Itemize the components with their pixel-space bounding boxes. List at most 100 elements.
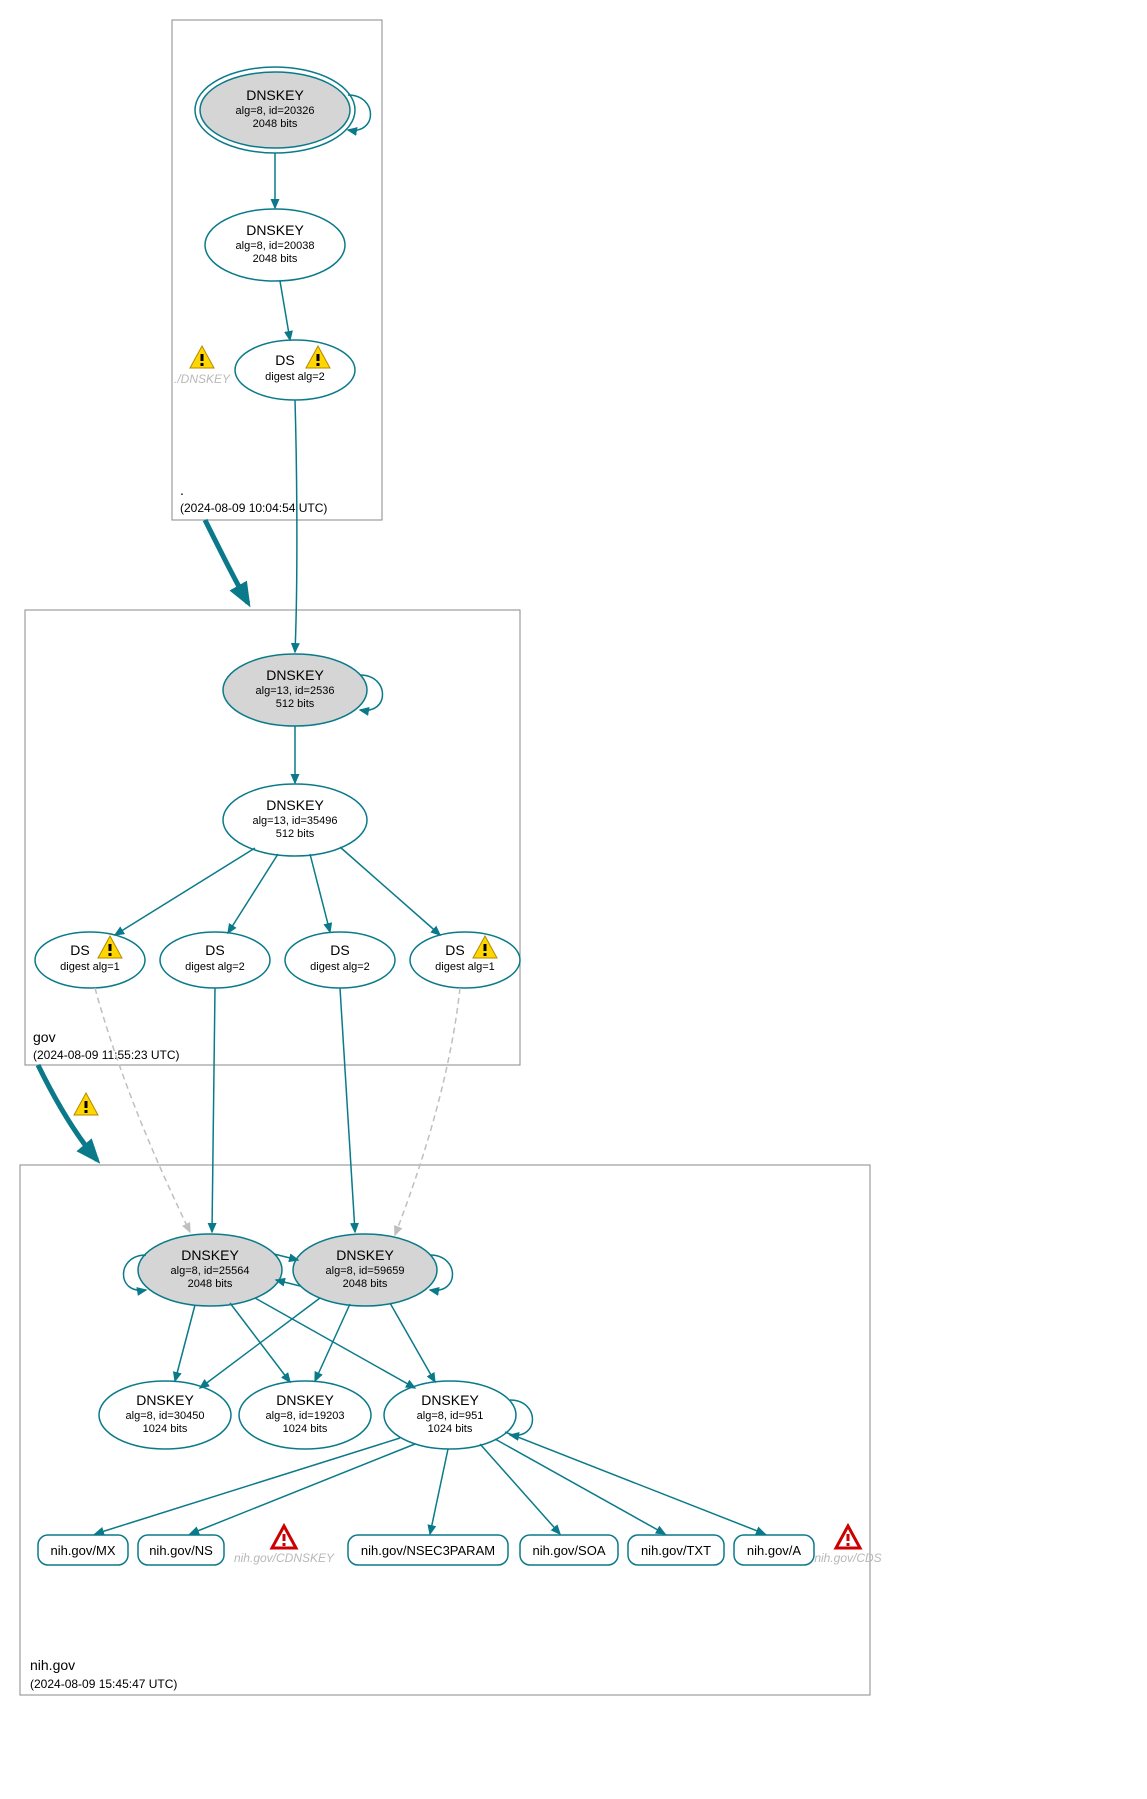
svg-text:nih.gov/CDNSKEY: nih.gov/CDNSKEY (234, 1551, 335, 1565)
svg-text:alg=8, id=951: alg=8, id=951 (417, 1410, 484, 1422)
zone-root-ts: (2024-08-09 10:04:54 UTC) (180, 501, 327, 515)
svg-text:alg=8, id=59659: alg=8, id=59659 (326, 1265, 405, 1277)
nih-zsk3: DNSKEY alg=8, id=951 1024 bits (384, 1381, 533, 1449)
svg-text:nih.gov/NSEC3PARAM: nih.gov/NSEC3PARAM (361, 1543, 495, 1558)
error-icon (836, 1526, 860, 1548)
svg-text:1024 bits: 1024 bits (143, 1423, 188, 1435)
svg-text:DS: DS (70, 942, 89, 958)
gov-ds1: DS digest alg=1 (35, 932, 145, 988)
zone-gov-name: gov (33, 1029, 56, 1045)
zone-nih-ts: (2024-08-09 15:45:47 UTC) (30, 1677, 177, 1691)
svg-text:nih.gov/SOA: nih.gov/SOA (533, 1543, 606, 1558)
svg-text:digest alg=1: digest alg=1 (435, 961, 495, 973)
edge-gov-ds1-nih-ksk1 (95, 988, 190, 1232)
edge-k1-z3 (255, 1298, 415, 1388)
edge-gov-ds2-nih-ksk1 (212, 988, 215, 1232)
edge-k2-z3 (390, 1303, 435, 1382)
root-ghost-dnskey: ./DNSKEY (174, 346, 231, 386)
gov-ds4: DS digest alg=1 (410, 932, 520, 988)
rr-txt: nih.gov/TXT (628, 1535, 724, 1565)
svg-text:DS: DS (330, 942, 349, 958)
zone-link-root-gov (205, 520, 248, 603)
edge-root-ds-gov-ksk (295, 400, 297, 652)
warning-icon (74, 1093, 98, 1115)
svg-text:DNSKEY: DNSKEY (266, 797, 324, 813)
edge-gov-zsk-ds1 (115, 848, 255, 935)
edge-k2-z1 (200, 1298, 320, 1388)
svg-text:2048 bits: 2048 bits (253, 118, 298, 130)
svg-text:2048 bits: 2048 bits (253, 253, 298, 265)
rr-a: nih.gov/A (734, 1535, 814, 1565)
root-ksk: DNSKEY alg=8, id=20326 2048 bits (195, 67, 371, 153)
ghost-cdnskey: nih.gov/CDNSKEY (234, 1526, 335, 1565)
svg-text:alg=8, id=20326: alg=8, id=20326 (236, 105, 315, 117)
nih-ksk2: DNSKEY alg=8, id=59659 2048 bits (293, 1234, 453, 1306)
ghost-cds: nih.gov/CDS (814, 1526, 881, 1565)
svg-text:DS: DS (275, 352, 294, 368)
gov-ds2: DS digest alg=2 (160, 932, 270, 988)
svg-text:DNSKEY: DNSKEY (246, 222, 304, 238)
svg-text:nih.gov/CDS: nih.gov/CDS (814, 1551, 881, 1565)
edge-k2-z2 (315, 1304, 350, 1381)
gov-ds3: DS digest alg=2 (285, 932, 395, 988)
svg-text:DNSKEY: DNSKEY (136, 1392, 194, 1408)
svg-text:digest alg=2: digest alg=2 (185, 961, 245, 973)
svg-text:DS: DS (205, 942, 224, 958)
svg-text:2048 bits: 2048 bits (188, 1278, 233, 1290)
svg-text:DNSKEY: DNSKEY (276, 1392, 334, 1408)
svg-text:nih.gov/NS: nih.gov/NS (149, 1543, 213, 1558)
svg-text:nih.gov/MX: nih.gov/MX (50, 1543, 115, 1558)
edge-gov-ds4-nih-ksk2 (395, 988, 460, 1235)
warning-icon (190, 346, 214, 368)
svg-text:2048 bits: 2048 bits (343, 1278, 388, 1290)
svg-text:alg=8, id=19203: alg=8, id=19203 (266, 1410, 345, 1422)
edge-z3-txt (495, 1439, 665, 1534)
svg-text:alg=8, id=25564: alg=8, id=25564 (171, 1265, 250, 1277)
gov-ksk: DNSKEY alg=13, id=2536 512 bits (223, 654, 383, 726)
gov-zsk: DNSKEY alg=13, id=35496 512 bits (223, 784, 367, 856)
zone-root-name: . (180, 482, 184, 498)
svg-text:alg=8, id=30450: alg=8, id=30450 (126, 1410, 205, 1422)
edge-z3-a (505, 1432, 765, 1534)
svg-text:DNSKEY: DNSKEY (246, 87, 304, 103)
edge-k1-z1 (175, 1305, 195, 1381)
svg-text:digest alg=2: digest alg=2 (265, 371, 325, 383)
dnssec-graph: . (2024-08-09 10:04:54 UTC) DNSKEY alg=8… (0, 0, 1147, 1799)
svg-text:DNSKEY: DNSKEY (181, 1247, 239, 1263)
svg-text:nih.gov/A: nih.gov/A (747, 1543, 802, 1558)
svg-text:digest alg=1: digest alg=1 (60, 961, 120, 973)
edge-z3-mx (95, 1438, 400, 1534)
svg-text:digest alg=2: digest alg=2 (310, 961, 370, 973)
svg-text:DNSKEY: DNSKEY (421, 1392, 479, 1408)
svg-text:512 bits: 512 bits (276, 828, 315, 840)
svg-text:DS: DS (445, 942, 464, 958)
nih-zsk2: DNSKEY alg=8, id=19203 1024 bits (239, 1381, 371, 1449)
svg-text:alg=13, id=35496: alg=13, id=35496 (252, 815, 337, 827)
rr-mx: nih.gov/MX (38, 1535, 128, 1565)
svg-text:DNSKEY: DNSKEY (336, 1247, 394, 1263)
svg-text:1024 bits: 1024 bits (283, 1423, 328, 1435)
svg-text:1024 bits: 1024 bits (428, 1423, 473, 1435)
nih-ksk1: DNSKEY alg=8, id=25564 2048 bits (124, 1234, 283, 1306)
edge-gov-zsk-ds2 (228, 854, 278, 933)
zone-gov-ts: (2024-08-09 11:55:23 UTC) (33, 1048, 180, 1062)
rr-nsec3param: nih.gov/NSEC3PARAM (348, 1535, 508, 1565)
svg-text:DNSKEY: DNSKEY (266, 667, 324, 683)
rr-ns: nih.gov/NS (138, 1535, 224, 1565)
svg-text:alg=13, id=2536: alg=13, id=2536 (256, 685, 335, 697)
edge-gov-zsk-ds3 (310, 854, 330, 932)
edge-gov-zsk-ds4 (340, 847, 440, 935)
edge-z3-ns (190, 1444, 415, 1534)
zone-nih-name: nih.gov (30, 1657, 75, 1673)
root-ds: DS digest alg=2 (235, 340, 355, 400)
error-icon (272, 1526, 296, 1548)
rr-soa: nih.gov/SOA (520, 1535, 618, 1565)
svg-text:alg=8, id=20038: alg=8, id=20038 (236, 240, 315, 252)
edge-gov-ds3-nih-ksk2 (340, 988, 355, 1232)
edge-root-zsk-ds (280, 281, 290, 340)
svg-text:512 bits: 512 bits (276, 698, 315, 710)
root-zsk: DNSKEY alg=8, id=20038 2048 bits (205, 209, 345, 281)
edge-z3-nsec (430, 1449, 448, 1534)
svg-text:nih.gov/TXT: nih.gov/TXT (641, 1543, 711, 1558)
edge-z3-soa (480, 1444, 560, 1534)
